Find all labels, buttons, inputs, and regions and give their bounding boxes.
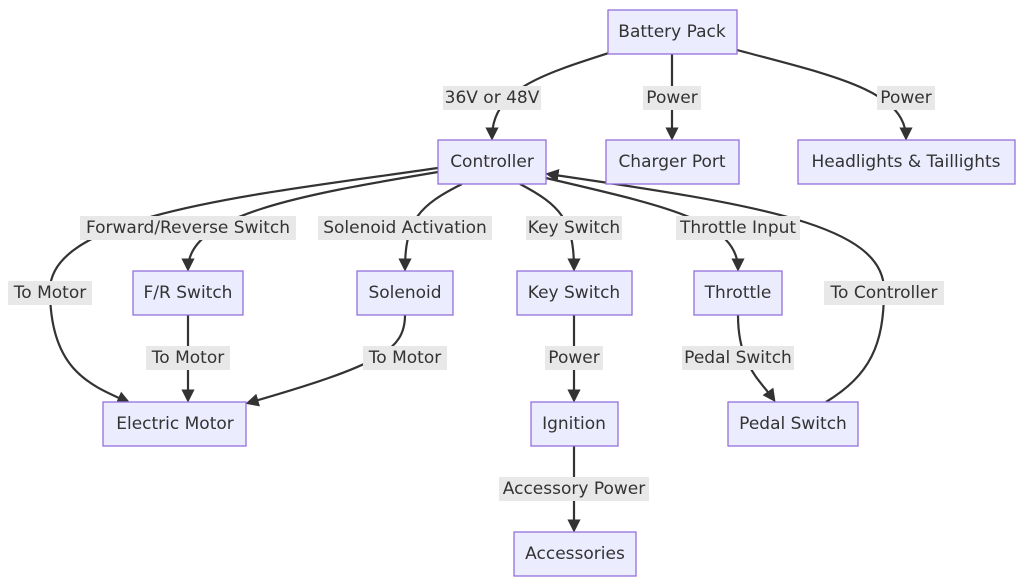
svg-text:Pedal Switch: Pedal Switch: [684, 348, 792, 368]
edge-label: Power: [877, 86, 935, 110]
node-electric-motor[interactable]: Electric Motor: [102, 401, 247, 447]
svg-text:Power: Power: [548, 348, 599, 368]
svg-text:Electric Motor: Electric Motor: [116, 414, 234, 434]
svg-text:Throttle: Throttle: [704, 283, 772, 303]
edge-label: Throttle Input: [676, 216, 800, 240]
svg-text:Power: Power: [646, 88, 697, 108]
edge-label: To Motor: [8, 281, 92, 305]
node-headlights-taillights[interactable]: Headlights & Taillights: [797, 139, 1016, 185]
node-throttle[interactable]: Throttle: [693, 270, 783, 316]
node-battery-pack[interactable]: Battery Pack: [607, 9, 738, 55]
svg-text:To Controller: To Controller: [830, 283, 938, 303]
svg-text:Headlights & Taillights: Headlights & Taillights: [811, 152, 1000, 172]
node-fr-switch[interactable]: F/R Switch: [132, 270, 244, 316]
svg-text:Ignition: Ignition: [542, 414, 606, 434]
edge-label: Forward/Reverse Switch: [80, 216, 296, 240]
svg-text:Forward/Reverse Switch: Forward/Reverse Switch: [86, 218, 290, 238]
svg-text:Power: Power: [880, 88, 931, 108]
svg-text:To Motor: To Motor: [151, 348, 224, 368]
svg-text:To Motor: To Motor: [13, 283, 86, 303]
node-ignition[interactable]: Ignition: [530, 401, 619, 447]
svg-text:Battery Pack: Battery Pack: [618, 22, 726, 42]
edge-label: Solenoid Activation: [318, 216, 492, 240]
node-accessories[interactable]: Accessories: [513, 531, 637, 577]
svg-text:Pedal Switch: Pedal Switch: [739, 414, 847, 434]
svg-text:Solenoid Activation: Solenoid Activation: [323, 218, 487, 238]
edge-label: Key Switch: [526, 216, 622, 240]
svg-text:Charger Port: Charger Port: [618, 152, 725, 172]
edge-label: Power: [643, 86, 701, 110]
node-pedal-switch[interactable]: Pedal Switch: [727, 401, 859, 447]
svg-text:Key Switch: Key Switch: [528, 283, 620, 303]
svg-text:To Motor: To Motor: [368, 348, 441, 368]
svg-text:F/R Switch: F/R Switch: [144, 283, 233, 303]
node-key-switch[interactable]: Key Switch: [516, 270, 633, 316]
node-controller[interactable]: Controller: [437, 139, 547, 185]
edge-label: To Controller: [824, 281, 944, 305]
flowchart: 36V or 48V Power Power Forward/Reverse S…: [8, 9, 1016, 577]
svg-text:Solenoid: Solenoid: [368, 283, 441, 303]
edge-label: To Motor: [363, 346, 447, 370]
edge-label: Pedal Switch: [682, 346, 794, 370]
svg-text:36V or 48V: 36V or 48V: [445, 88, 540, 108]
svg-text:Throttle Input: Throttle Input: [679, 218, 796, 238]
svg-text:Controller: Controller: [450, 152, 534, 172]
edge-label: Accessory Power: [499, 477, 649, 501]
node-solenoid[interactable]: Solenoid: [356, 270, 454, 316]
edge-label: 36V or 48V: [443, 86, 541, 110]
svg-text:Key Switch: Key Switch: [528, 218, 620, 238]
edge-label: Power: [545, 346, 603, 370]
node-charger-port[interactable]: Charger Port: [605, 139, 740, 185]
svg-text:Accessory Power: Accessory Power: [503, 479, 645, 499]
edge-label: To Motor: [146, 346, 230, 370]
svg-text:Accessories: Accessories: [525, 544, 625, 564]
